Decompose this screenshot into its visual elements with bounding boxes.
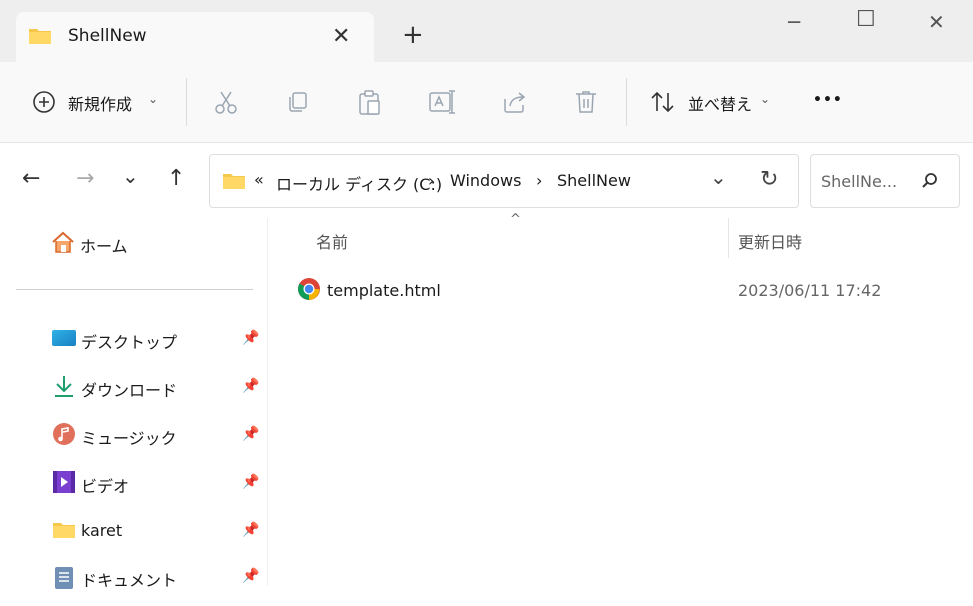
delete-icon[interactable]: [573, 89, 599, 115]
sidebar-item-label: ダウンロード: [81, 381, 178, 400]
pane-divider[interactable]: [267, 218, 268, 586]
search-icon: [922, 173, 937, 188]
tab-title: ShellNew: [68, 26, 147, 46]
sort-button[interactable]: 並べ替え ⌄: [650, 88, 780, 118]
title-bar: ShellNew ✕ + ─ ☐ ✕: [0, 0, 973, 62]
sidebar-item-music[interactable]: ミュージック 📌: [52, 422, 262, 462]
tab-close-button[interactable]: ✕: [332, 24, 352, 49]
pin-icon: 📌: [242, 474, 260, 490]
up-button[interactable]: ↑: [167, 166, 185, 191]
home-icon: [52, 231, 74, 253]
sidebar-item-karet[interactable]: karet 📌: [52, 518, 262, 558]
column-header-modified[interactable]: 更新日時: [738, 229, 802, 253]
sort-button-label: 並べ替え: [688, 95, 753, 114]
sidebar-item-label: ドキュメント: [81, 571, 178, 590]
chrome-icon: [298, 278, 320, 300]
recent-locations-button[interactable]: ⌄: [122, 164, 139, 188]
pin-icon: 📌: [242, 522, 260, 538]
minimize-button[interactable]: ─: [788, 10, 800, 34]
close-button[interactable]: ✕: [928, 10, 945, 34]
download-icon: [55, 376, 73, 397]
sidebar-item-desktop[interactable]: デスクトップ 📌: [52, 326, 262, 366]
forward-button[interactable]: →: [76, 166, 94, 191]
sort-ascending-icon: ^: [510, 212, 521, 227]
table-row[interactable]: template.html 2023/06/11 17:42: [290, 272, 973, 310]
divider: [626, 78, 627, 126]
pin-icon: 📌: [242, 330, 260, 346]
folder-icon: [53, 523, 75, 538]
pin-icon: 📌: [242, 426, 260, 442]
tab-shellnew[interactable]: ShellNew ✕: [16, 12, 374, 62]
breadcrumb-windows[interactable]: Windows: [450, 171, 521, 190]
sidebar-item-label: ビデオ: [81, 477, 130, 496]
rename-icon[interactable]: [428, 89, 456, 115]
document-icon: [55, 567, 73, 589]
file-modified-date: 2023/06/11 17:42: [738, 281, 882, 300]
address-bar[interactable]: « ローカル ディスク (C:) › Windows › ShellNew ⌄ …: [209, 154, 799, 208]
breadcrumb-overflow[interactable]: «: [254, 170, 264, 189]
breadcrumb-local-disk[interactable]: ローカル ディスク (C:): [276, 171, 442, 195]
breadcrumb-shellnew[interactable]: ShellNew: [557, 171, 631, 190]
video-icon: [53, 471, 75, 493]
search-box[interactable]: ShellNe...: [810, 154, 960, 208]
more-options-button[interactable]: •••: [813, 92, 843, 108]
copy-icon[interactable]: [285, 89, 311, 115]
new-tab-button[interactable]: +: [402, 22, 424, 48]
chevron-down-icon: ⌄: [148, 92, 159, 106]
cut-icon[interactable]: [213, 89, 239, 115]
sidebar-item-label: デスクトップ: [81, 333, 178, 352]
sidebar-item-label: ミュージック: [81, 429, 177, 448]
breadcrumb-separator[interactable]: ›: [428, 171, 434, 190]
paste-icon[interactable]: [357, 89, 383, 117]
divider: [186, 78, 187, 126]
sort-icon: [651, 91, 674, 113]
refresh-icon[interactable]: ↻: [760, 167, 778, 192]
column-resize-handle[interactable]: [728, 218, 729, 258]
back-button[interactable]: ←: [22, 166, 40, 191]
search-placeholder: ShellNe...: [821, 172, 898, 191]
sidebar-item-videos[interactable]: ビデオ 📌: [52, 470, 262, 510]
chevron-down-icon: ⌄: [760, 92, 771, 106]
music-icon: [53, 423, 75, 445]
command-bar: 新規作成 ⌄ 並べ替え ⌄ •••: [0, 62, 973, 143]
pin-icon: 📌: [242, 378, 260, 394]
breadcrumb-separator[interactable]: ›: [536, 171, 542, 190]
maximize-button[interactable]: ☐: [856, 7, 876, 32]
sidebar-item-label: karet: [81, 521, 123, 540]
new-button-label: 新規作成: [68, 95, 133, 114]
folder-icon: [223, 174, 245, 189]
desktop-icon: [52, 330, 76, 346]
column-header-name[interactable]: 名前: [316, 229, 348, 253]
plus-circle-icon: [33, 91, 55, 113]
file-name: template.html: [327, 281, 441, 300]
sidebar-item-home[interactable]: ホーム: [50, 230, 250, 270]
sidebar-item-label: ホーム: [80, 237, 128, 256]
sidebar-item-documents[interactable]: ドキュメント 📌: [52, 566, 262, 606]
share-icon[interactable]: [501, 89, 529, 115]
address-history-chevron-icon[interactable]: ⌄: [710, 165, 727, 189]
sidebar-divider: [16, 289, 253, 290]
sidebar-item-downloads[interactable]: ダウンロード 📌: [52, 374, 262, 414]
folder-icon: [29, 29, 51, 44]
pin-icon: 📌: [242, 568, 260, 584]
new-button[interactable]: 新規作成 ⌄: [32, 88, 172, 118]
